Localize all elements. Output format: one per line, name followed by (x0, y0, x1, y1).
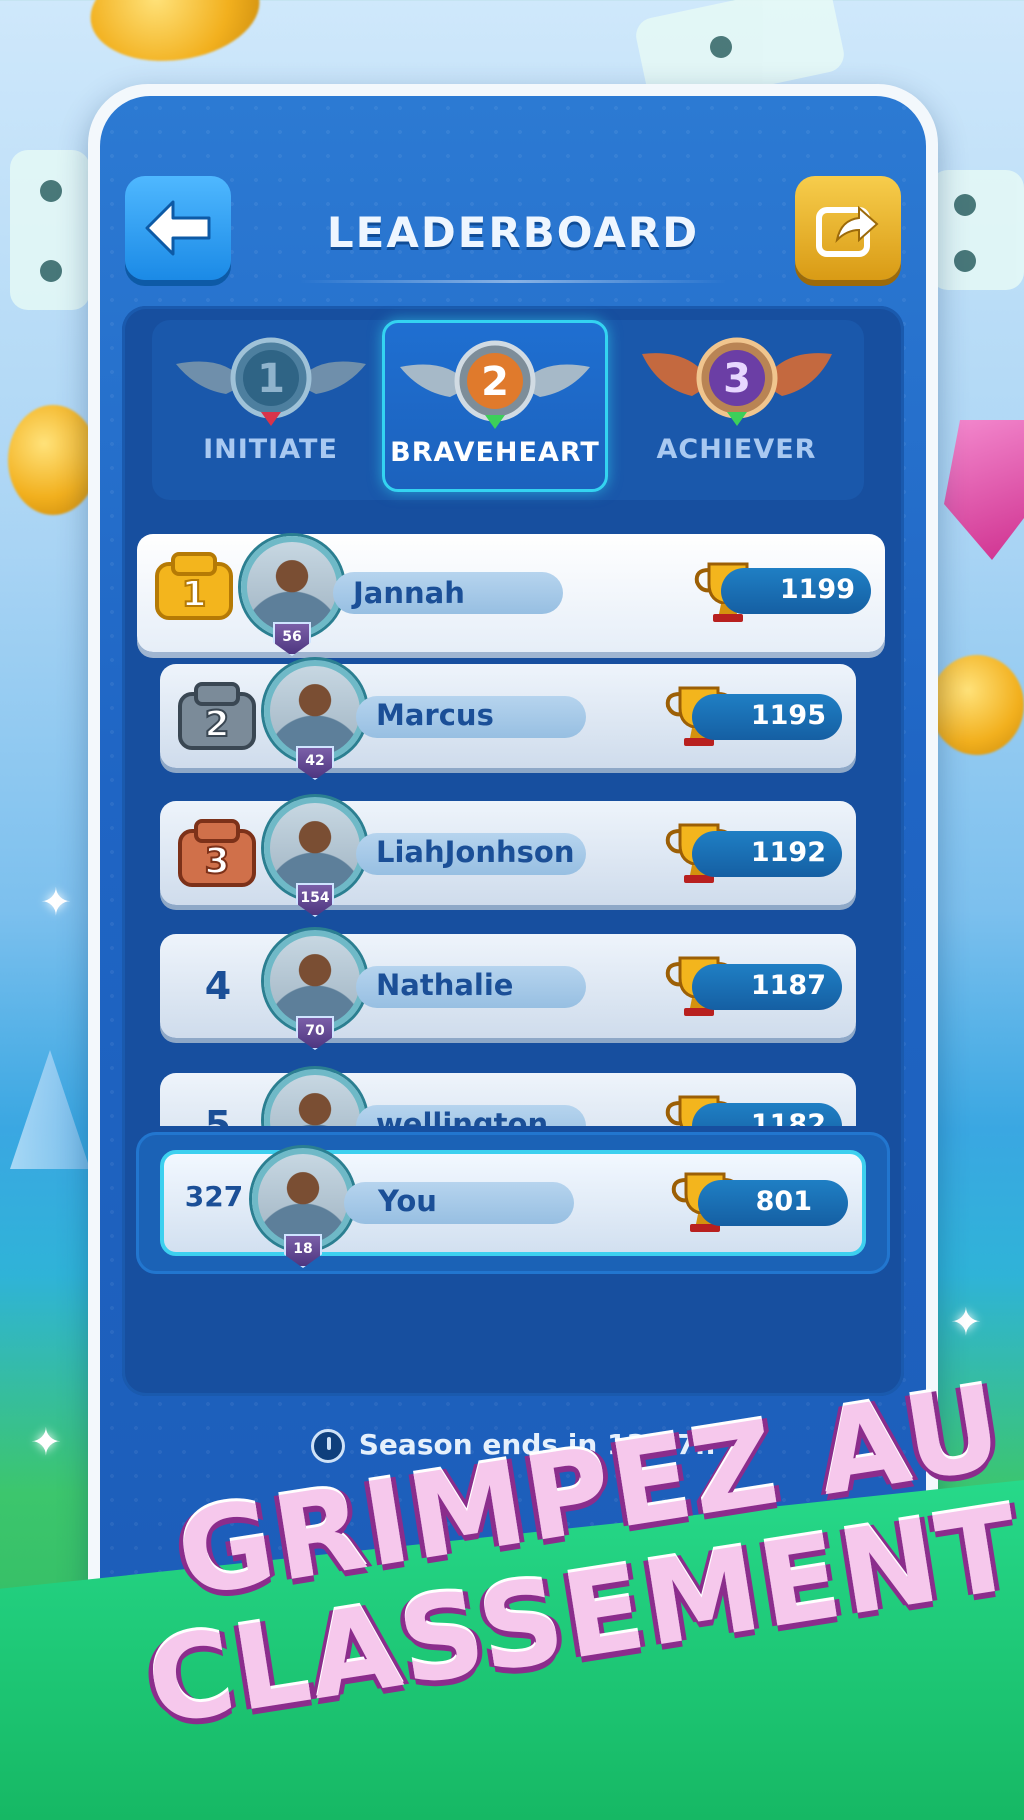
trophy-score: 1182 (750, 1109, 826, 1126)
leaderboard-row[interactable]: 2 42 Marcus 1195 (160, 660, 856, 780)
level-badge: 18 (284, 1234, 322, 1268)
league-badge-icon: 3 (641, 337, 832, 426)
tab-initiate[interactable]: 1 INITIATE (152, 320, 389, 492)
sailboat-decoration (10, 1050, 90, 1169)
svg-text:1: 1 (181, 574, 206, 615)
title-divider (300, 280, 726, 283)
tab-braveheart[interactable]: 2 BRAVEHEART (382, 320, 608, 492)
sparkle-icon: ✦ (30, 1420, 62, 1464)
share-button[interactable] (795, 176, 901, 280)
leaderboard-row[interactable]: 1 56 Jannah 1199 (137, 534, 885, 656)
sparkle-icon: ✦ (40, 880, 72, 924)
tab-label: ACHIEVER (656, 434, 817, 465)
clock-icon (310, 1429, 345, 1463)
player-name: Nathalie (376, 968, 514, 1002)
coin-decoration (8, 405, 98, 515)
sparkle-icon: ✦ (950, 1300, 982, 1344)
player-name: Jannah (353, 576, 465, 610)
svg-text:2: 2 (204, 704, 229, 745)
level-badge: 70 (296, 1016, 334, 1050)
trophy-score: 1195 (750, 700, 826, 731)
league-tabs: 1 INITIATE 2 BRAVEHEART 3 ACHIEVER (152, 320, 864, 500)
leaderboard-list[interactable]: 1 56 Jannah 1199 2 42 Marcus 1195 3 154 … (122, 506, 904, 1126)
tab-label: INITIATE (203, 434, 338, 465)
your-rank-row[interactable]: 327 18 You 801 (160, 1148, 866, 1268)
trophy-score: 1192 (750, 837, 826, 868)
coin-decoration (83, 0, 267, 72)
leaderboard-board: 1 INITIATE 2 BRAVEHEART 3 ACHIEVER 1 56 … (122, 306, 904, 1396)
trophy-score: 1187 (750, 970, 826, 1001)
rank-1-badge-icon: 1 (155, 552, 233, 620)
tab-achiever[interactable]: 3 ACHIEVER (618, 320, 855, 492)
domino-decoration (10, 150, 90, 310)
your-rank-panel: 327 18 You 801 (136, 1132, 890, 1274)
leaderboard-row[interactable]: 4 70 Nathalie 1187 (160, 930, 856, 1050)
rank-3-badge-icon: 3 (178, 819, 256, 887)
player-name: wellington (376, 1107, 549, 1126)
svg-text:1: 1 (257, 356, 285, 402)
gem-decoration (944, 420, 1024, 560)
player-name: Marcus (376, 698, 494, 732)
coin-decoration (930, 655, 1024, 755)
svg-text:3: 3 (204, 841, 229, 882)
league-badge-icon: 1 (175, 337, 366, 426)
svg-text:2: 2 (481, 359, 509, 405)
avatar (264, 1069, 366, 1126)
trophy-score: 1199 (779, 574, 855, 605)
level-badge: 154 (296, 883, 334, 917)
trophy-score: 801 (755, 1186, 812, 1217)
league-badge-icon: 2 (400, 340, 590, 429)
header: LEADERBOARD (100, 96, 926, 296)
player-name: LiahJonhson (376, 835, 575, 869)
leaderboard-row[interactable]: 3 154 LiahJonhson 1192 (160, 797, 856, 917)
share-icon (816, 205, 879, 257)
rank-2-badge-icon: 2 (178, 682, 256, 750)
player-name: You (378, 1184, 437, 1218)
rank-number: 4 (204, 964, 232, 1008)
tab-label: BRAVEHEART (390, 437, 600, 468)
leaderboard-row[interactable]: 5 37 wellington 1182 (160, 1069, 856, 1126)
domino-decoration (930, 170, 1024, 290)
svg-text:3: 3 (723, 356, 751, 402)
level-badge: 42 (296, 746, 334, 780)
rank-number: 5 (204, 1103, 232, 1126)
